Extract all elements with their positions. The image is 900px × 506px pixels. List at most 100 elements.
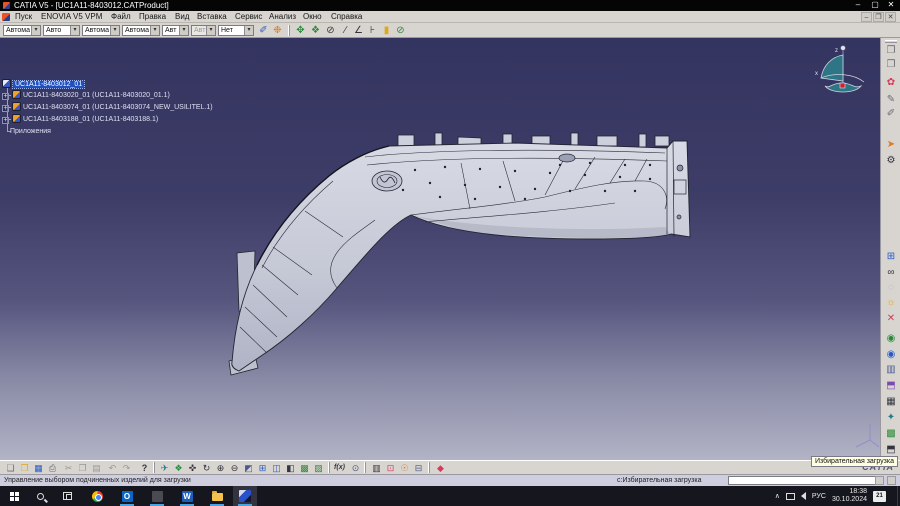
- expand-plus-icon[interactable]: +: [2, 105, 9, 112]
- sketcher-icon[interactable]: ✎: [883, 93, 899, 107]
- load-mode-dropdown-2[interactable]: Авто▾: [43, 25, 80, 36]
- tree-applications-node[interactable]: Приложения: [10, 126, 51, 137]
- chrome-taskbar-button[interactable]: [85, 486, 109, 506]
- ruler-icon[interactable]: ⊦: [366, 24, 379, 37]
- swap-alt-icon[interactable]: ⬒: [883, 443, 899, 457]
- menu-help[interactable]: Справка: [328, 11, 365, 23]
- formula-button[interactable]: f(x): [333, 462, 346, 474]
- tree-node-label[interactable]: UC1A11-8403074_01 (UC1A11-8403074_NEW_US…: [23, 104, 213, 111]
- grid-icon[interactable]: ▦: [883, 395, 899, 409]
- menu-file[interactable]: Файл: [108, 11, 134, 23]
- stack-button[interactable]: ⊟: [412, 462, 425, 474]
- spray-icon[interactable]: ❉: [271, 24, 284, 37]
- tree-root-label[interactable]: UC1A11-8403012_01: [13, 81, 84, 88]
- deactivate-icon[interactable]: ⊘: [394, 24, 407, 37]
- status-button-1[interactable]: [875, 476, 884, 485]
- multi-view-button[interactable]: ⊞: [256, 462, 269, 474]
- word-taskbar-button[interactable]: W: [175, 486, 199, 506]
- chevron-down-icon[interactable]: ▾: [150, 26, 159, 35]
- link-button[interactable]: ⊡: [384, 462, 397, 474]
- chevron-down-icon[interactable]: ▾: [31, 26, 40, 35]
- load-mode-dropdown-7[interactable]: Нет▾: [218, 25, 254, 36]
- clock[interactable]: 18:38 30.10.2024: [832, 488, 867, 504]
- star-icon[interactable]: ✦: [883, 411, 899, 425]
- blue-sphere-icon[interactable]: ◉: [883, 348, 899, 362]
- minimize-button[interactable]: –: [850, 0, 866, 11]
- pointer-icon[interactable]: ➤: [883, 138, 899, 152]
- iso-view-button[interactable]: ◫: [270, 462, 283, 474]
- histogram-icon[interactable]: ▮: [380, 24, 393, 37]
- green-sphere-icon[interactable]: ◉: [883, 332, 899, 346]
- menu-insert[interactable]: Вставка: [194, 11, 230, 23]
- mdi-close-button[interactable]: ✕: [885, 12, 896, 22]
- swap-visible-icon[interactable]: ⬒: [883, 379, 899, 393]
- speaker-icon[interactable]: [801, 492, 806, 500]
- compass-tool-icon[interactable]: ❖: [309, 24, 322, 37]
- select-restrict-icon[interactable]: ⊘: [324, 24, 337, 37]
- start-button[interactable]: [2, 486, 26, 506]
- mdi-restore-button[interactable]: ❐: [873, 12, 884, 22]
- monitor-button[interactable]: ▥: [370, 462, 383, 474]
- expand-plus-icon[interactable]: +: [2, 93, 9, 100]
- tree-root-node[interactable]: UC1A11-8403012_01: [2, 79, 84, 90]
- lightbulb-icon[interactable]: ☼: [883, 296, 899, 310]
- load-mode-dropdown-1[interactable]: Автома▾: [3, 25, 41, 36]
- outlook-taskbar-button[interactable]: O: [115, 486, 139, 506]
- open-file-button[interactable]: ❒: [18, 462, 31, 474]
- app-taskbar-button[interactable]: [145, 486, 169, 506]
- context-help-button[interactable]: ?: [138, 462, 151, 474]
- status-button-2[interactable]: [887, 476, 896, 485]
- menu-window[interactable]: Окно: [300, 11, 325, 23]
- zoom-out-button[interactable]: ⊖: [228, 462, 241, 474]
- rotate-button[interactable]: ↻: [200, 462, 213, 474]
- catia-taskbar-button[interactable]: [233, 486, 257, 506]
- toolbar-grip[interactable]: [885, 40, 897, 43]
- hatch-icon[interactable]: ▩: [883, 427, 899, 441]
- expand-plus-icon[interactable]: +: [2, 117, 9, 124]
- annotation-button[interactable]: ⊙: [349, 462, 362, 474]
- menu-tools[interactable]: Сервис: [232, 11, 265, 23]
- menu-edit[interactable]: Правка: [136, 11, 169, 23]
- delete-icon[interactable]: ✕: [883, 312, 899, 326]
- zoom-in-button[interactable]: ⊕: [214, 462, 227, 474]
- fly-mode-button[interactable]: ✈: [158, 462, 171, 474]
- search-button[interactable]: [28, 486, 52, 506]
- mdi-minimize-button[interactable]: –: [861, 12, 872, 22]
- shading-button[interactable]: ◧: [284, 462, 297, 474]
- chevron-down-icon[interactable]: ▾: [244, 26, 253, 35]
- gear-icon[interactable]: ⚙: [883, 154, 899, 168]
- graph-tree-icon[interactable]: ⊞: [883, 250, 899, 264]
- tree-node-label[interactable]: Приложения: [10, 128, 51, 135]
- sketcher-alt-icon[interactable]: ✐: [883, 107, 899, 121]
- update-icon[interactable]: ✿: [883, 76, 899, 90]
- explorer-taskbar-button[interactable]: [205, 486, 229, 506]
- new-file-button[interactable]: ❏: [4, 462, 17, 474]
- power-input-field[interactable]: [728, 476, 878, 485]
- catalog-button[interactable]: ◆: [434, 462, 447, 474]
- task-view-button[interactable]: [55, 486, 79, 506]
- fit-all-button[interactable]: ❖: [172, 462, 185, 474]
- pin-icon[interactable]: ∕: [339, 24, 352, 37]
- window-frame-icon[interactable]: ❐: [883, 58, 899, 72]
- menu-enovia[interactable]: ENOVIA V5 VPM: [38, 11, 105, 23]
- paint-brush-icon[interactable]: ✐: [257, 24, 270, 37]
- view-compass[interactable]: z x: [812, 41, 870, 101]
- window-frame-icon[interactable]: ❐: [883, 44, 899, 58]
- load-mode-dropdown-5[interactable]: Авт▾: [162, 25, 189, 36]
- menu-analyze[interactable]: Анализ: [266, 11, 299, 23]
- normal-view-button[interactable]: ◩: [242, 462, 255, 474]
- print-button[interactable]: ⎙: [46, 462, 59, 474]
- pan-button[interactable]: ✜: [186, 462, 199, 474]
- render-style-button[interactable]: ▩: [298, 462, 311, 474]
- close-button[interactable]: ✕: [883, 0, 899, 11]
- glasses-icon[interactable]: ∞: [883, 266, 899, 280]
- model-3d-part[interactable]: [215, 125, 715, 395]
- tree-node[interactable]: +UC1A11-8403020_01 (UC1A11-8403020_01.1): [2, 90, 170, 101]
- load-mode-dropdown-3[interactable]: Автома▾: [82, 25, 120, 36]
- save-button[interactable]: ▦: [32, 462, 45, 474]
- chevron-down-icon[interactable]: ▾: [110, 26, 119, 35]
- chevron-down-icon[interactable]: ▾: [179, 26, 188, 35]
- chevron-down-icon[interactable]: ▾: [70, 26, 79, 35]
- dashed-measure-icon[interactable]: ∠: [352, 24, 365, 37]
- viewport-3d[interactable]: UC1A11-8403012_01 +UC1A11-8403020_01 (UC…: [0, 38, 880, 460]
